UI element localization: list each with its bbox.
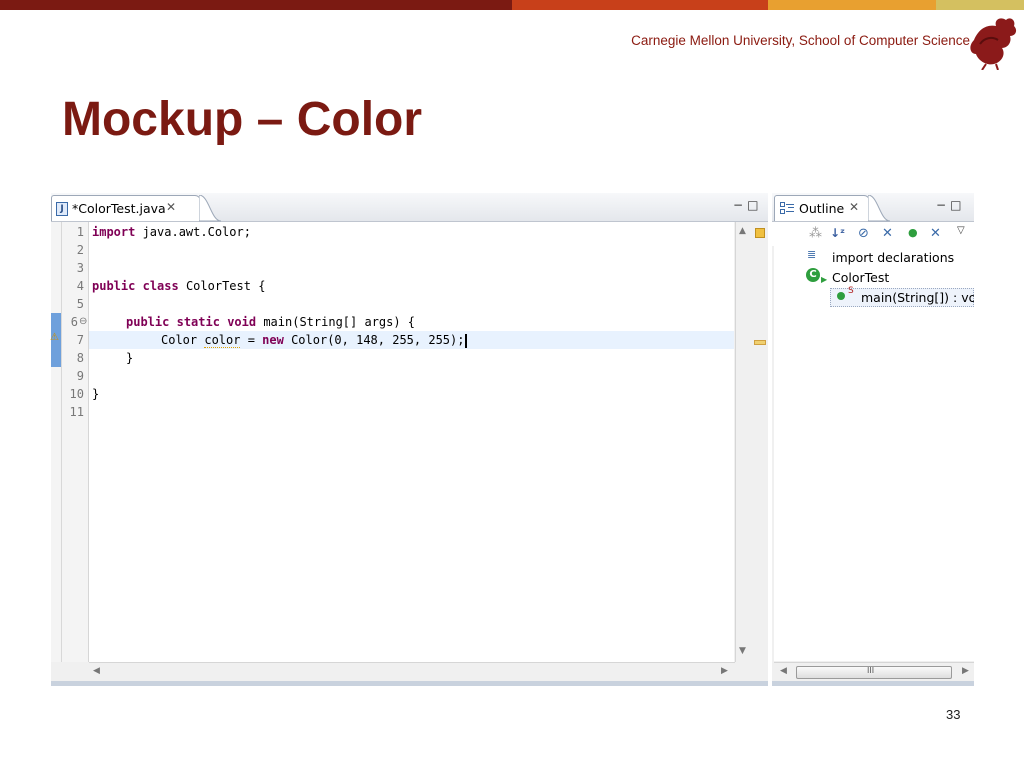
focus-icon[interactable]: ⁂ [809, 226, 822, 241]
tree-item-class[interactable]: C ▶ ColorTest [774, 268, 974, 286]
hide-nonpublic-icon[interactable]: ● [908, 226, 918, 239]
slide-number: 33 [946, 707, 961, 722]
scroll-up-icon[interactable]: ▲ [739, 226, 746, 236]
code-line-7: Color color = new Color(0, 148, 255, 255… [161, 331, 468, 349]
code-line-8: } [126, 351, 134, 365]
code-text-area[interactable]: import java.awt.Color; public class Colo… [89, 222, 734, 662]
editor-window-controls: −□ [733, 198, 762, 212]
tab-edge [199, 195, 222, 222]
outline-bottom-border [772, 681, 974, 686]
text-caret [465, 333, 468, 348]
outline-tab-label: Outline [799, 201, 845, 216]
close-icon[interactable]: ✕ [166, 200, 176, 214]
maximize-icon[interactable]: □ [950, 198, 965, 212]
close-icon[interactable]: ✕ [849, 200, 859, 214]
maximize-icon[interactable]: □ [747, 198, 762, 212]
editor-bottom-border [51, 681, 768, 686]
vertical-scrollbar[interactable]: ▲ ▼ [735, 222, 752, 662]
hide-static-icon[interactable]: ✕ [882, 226, 893, 241]
editor-tab-bar: J *ColorTest.java ✕ −□ [51, 193, 768, 222]
tab-edge [868, 195, 891, 222]
outline-window-controls: −□ [936, 198, 965, 212]
line-number: 5 [76, 297, 84, 311]
stripe-segment-1 [0, 0, 512, 10]
outline-horizontal-scrollbar[interactable]: ◀ III ▶ [774, 662, 974, 680]
outline-tab[interactable]: Outline ✕ [774, 195, 870, 221]
warning-overview-marker[interactable] [754, 340, 766, 345]
minimize-icon[interactable]: − [733, 198, 747, 212]
line-number: 3 [76, 261, 84, 275]
line-number: 11 [69, 405, 84, 419]
editor-tab-label: *ColorTest.java [72, 201, 166, 216]
class-icon: C [806, 268, 820, 282]
run-marker-icon: ▶ [821, 275, 828, 284]
public-method-icon [837, 292, 845, 300]
scroll-right-icon[interactable]: ▶ [721, 666, 728, 676]
brand-stripe [0, 0, 1024, 10]
slide-title: Mockup – Color [62, 93, 423, 146]
editor-tab[interactable]: J *ColorTest.java ✕ [51, 195, 201, 221]
line-number: 6 [70, 315, 78, 329]
outline-icon [780, 202, 794, 214]
line-number: 4 [76, 279, 84, 293]
stripe-segment-2 [512, 0, 768, 10]
scroll-right-icon[interactable]: ▶ [962, 666, 969, 676]
warning-summary-icon[interactable] [755, 228, 765, 238]
java-file-icon: J [56, 202, 68, 216]
fold-toggle-icon[interactable]: ⊖ [79, 313, 87, 331]
line-number: 9 [76, 369, 84, 383]
scroll-left-icon[interactable]: ◀ [93, 666, 100, 676]
line-number: 2 [76, 243, 84, 257]
scroll-left-icon[interactable]: ◀ [780, 666, 787, 676]
tree-item-imports[interactable]: ≣ import declarations [774, 248, 974, 266]
outline-tree: ≣ import declarations C ▶ ColorTest S ma… [774, 246, 974, 661]
stripe-segment-4 [936, 0, 1024, 10]
code-line-1: import java.awt.Color; [92, 225, 251, 239]
horizontal-scrollbar[interactable]: ◀ ▶ [89, 662, 735, 680]
tree-item-method[interactable]: S main(String[]) : void [830, 286, 974, 307]
static-modifier-icon: S [848, 286, 854, 296]
outline-tab-bar: Outline ✕ −□ [772, 193, 974, 222]
line-number: 1 [76, 225, 84, 239]
line-number: 7 [76, 333, 84, 347]
warning-icon[interactable]: ⚠ [50, 332, 59, 343]
line-number: 8 [76, 351, 84, 365]
affiliation-text: Carnegie Mellon University, School of Co… [631, 33, 970, 48]
minimize-icon[interactable]: − [936, 198, 950, 212]
code-line-10: } [92, 387, 100, 401]
line-number-gutter: 1 2 3 4 5 6 ⊖ 7 8 9 10 11 [62, 222, 89, 662]
outline-view: Outline ✕ −□ ⁂ ↓ᶻ ⊘ ✕ ● ✕ ▽ ≣ import dec… [772, 193, 974, 686]
unused-variable-warning: color [204, 333, 241, 348]
hide-fields-icon[interactable]: ⊘ [858, 226, 869, 241]
code-editor: J *ColorTest.java ✕ −□ ⚠ 1 2 3 4 5 6 ⊖ 7… [50, 193, 768, 686]
scroll-thumb[interactable]: III [796, 666, 952, 679]
dragon-logo-icon [970, 18, 1017, 70]
outline-toolbar: ⁂ ↓ᶻ ⊘ ✕ ● ✕ ▽ [772, 222, 974, 246]
view-menu-icon[interactable]: ▽ [957, 225, 965, 236]
stripe-segment-3 [768, 0, 936, 10]
overview-ruler [752, 222, 768, 662]
imports-icon: ≣ [807, 248, 817, 261]
code-line-4: public class ColorTest { [92, 279, 266, 293]
annotation-ruler: ⚠ [50, 222, 62, 662]
code-line-6: public static void main(String[] args) { [126, 315, 416, 329]
hide-local-types-icon[interactable]: ✕ [930, 226, 941, 241]
sort-az-icon[interactable]: ↓ᶻ [830, 226, 845, 240]
scroll-down-icon[interactable]: ▼ [739, 646, 746, 656]
line-number: 10 [69, 387, 84, 401]
